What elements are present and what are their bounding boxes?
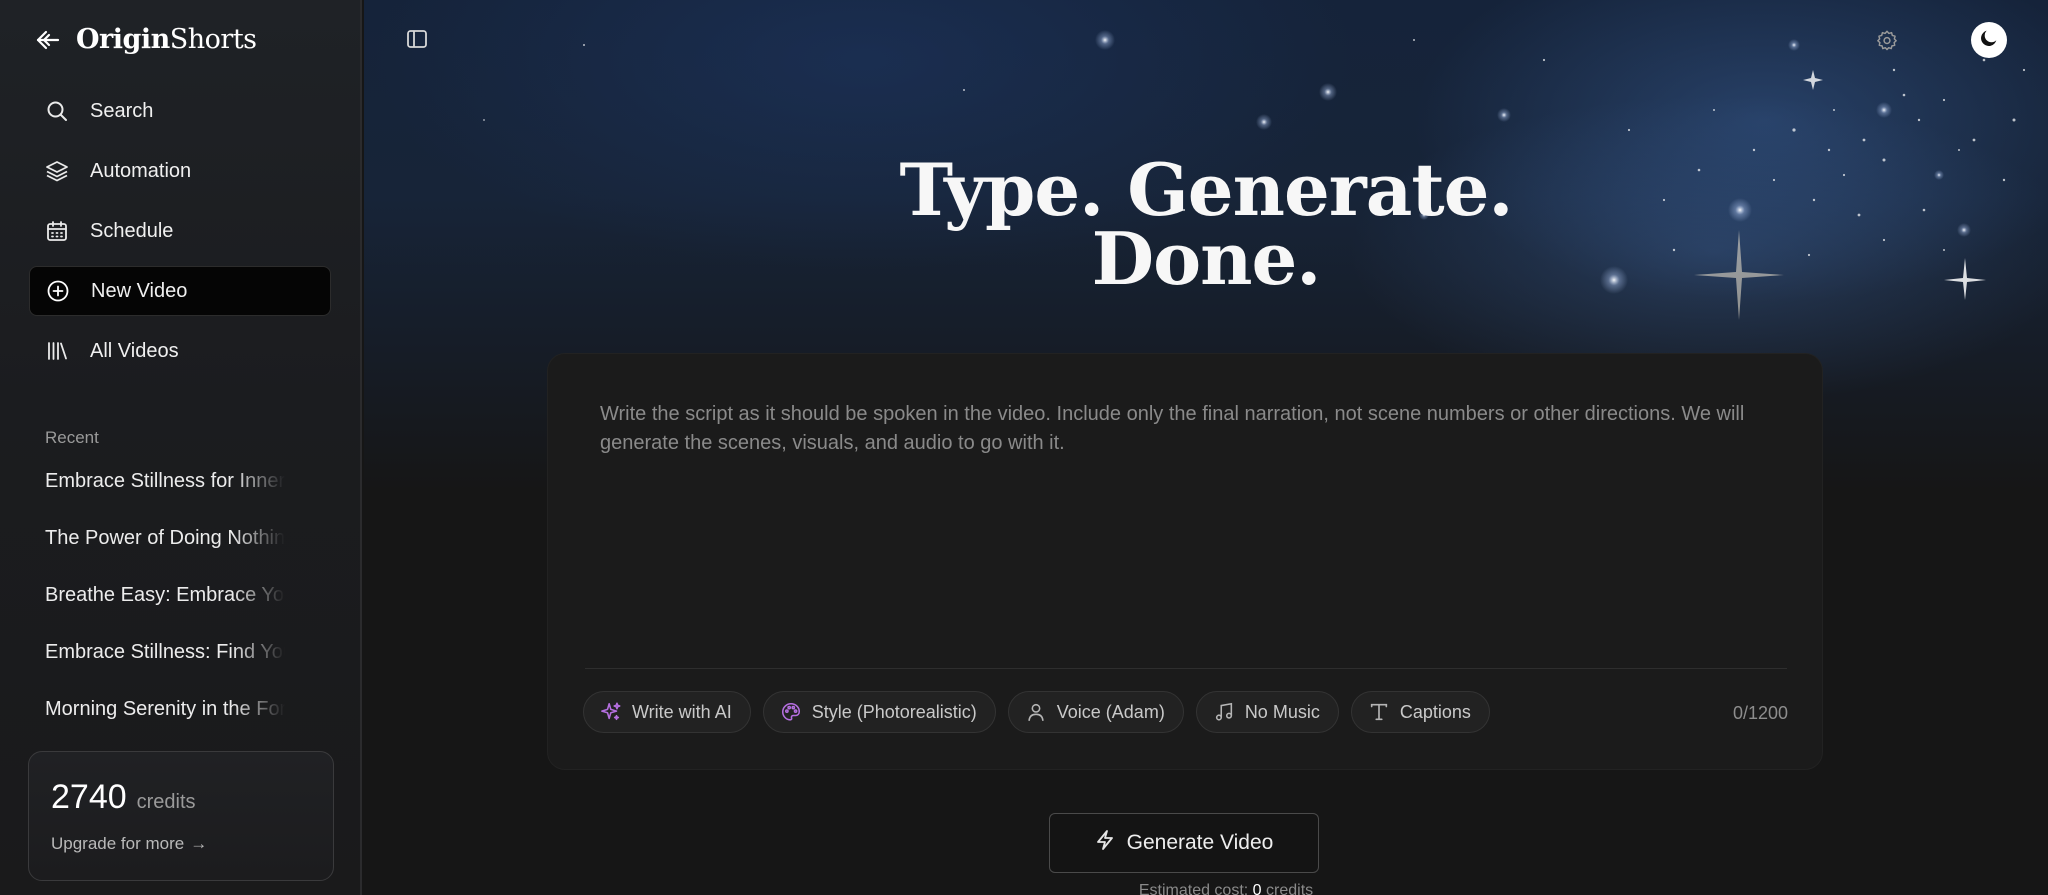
credits-balance: 2740 credits [51, 778, 196, 817]
captions-button[interactable]: Captions [1350, 691, 1490, 733]
upgrade-link[interactable]: Upgrade for more → [51, 834, 207, 854]
brand: OriginShorts [34, 24, 257, 55]
logo[interactable]: OriginShorts [76, 24, 257, 55]
recent-item[interactable]: Breathe Easy: Embrace Your Calm [45, 584, 285, 641]
sidebar-nav: Search Automation Schedule New Video All… [29, 86, 331, 386]
composer-toolbar: Write with AI Style (Photorealistic) Voi… [583, 691, 1490, 733]
theme-toggle-button[interactable] [1971, 22, 2007, 58]
sidebar-item-automation[interactable]: Automation [29, 146, 331, 196]
arrow-right-icon: → [190, 834, 208, 853]
chip-label: Captions [1399, 701, 1471, 722]
estimate-suffix: credits [1266, 882, 1314, 895]
collapse-arrow-icon[interactable] [34, 26, 62, 54]
credits-unit: credits [136, 791, 196, 813]
write-with-ai-button[interactable]: Write with AI [583, 691, 751, 733]
sidebar: OriginShorts Search Automation Schedule … [0, 0, 362, 895]
sidebar-item-label: New Video [91, 279, 188, 302]
hero-headline: Type. Generate. Done. [364, 154, 2048, 295]
calendar-icon [44, 218, 70, 244]
recent-item[interactable]: Embrace Stillness: Find Your Center [45, 641, 285, 698]
estimated-cost: Estimated cost: 0 credits [364, 882, 2048, 895]
recent-heading: Recent [45, 428, 99, 447]
sidebar-item-label: Automation [90, 159, 192, 182]
sparkles-icon [600, 701, 622, 723]
sidebar-item-search[interactable]: Search [29, 86, 331, 136]
music-select-button[interactable]: No Music [1195, 691, 1339, 733]
music-icon [1213, 701, 1235, 723]
palette-icon [780, 701, 802, 723]
script-input[interactable] [600, 400, 1800, 600]
estimate-prefix: Estimated cost: [1138, 882, 1249, 895]
main-area: Type. Generate. Done. Write with AI [364, 0, 2048, 895]
sidebar-item-label: Search [90, 99, 154, 122]
library-icon [44, 338, 70, 364]
sidebar-item-label: All Videos [90, 339, 179, 362]
sidebar-item-schedule[interactable]: Schedule [29, 206, 331, 256]
estimate-amount: 0 [1252, 882, 1262, 895]
user-icon [1025, 701, 1047, 723]
recent-item[interactable]: The Power of Doing Nothing [45, 527, 285, 584]
layers-icon [44, 158, 70, 184]
recent-scroll-area: Embrace Stillness for Inner Peace The Po… [0, 466, 360, 720]
chip-label: No Music [1244, 701, 1320, 722]
credits-amount: 2740 [51, 778, 127, 816]
gear-icon[interactable] [1874, 27, 1900, 53]
credits-card: 2740 credits Upgrade for more → [28, 751, 334, 881]
text-icon [1368, 701, 1390, 723]
recent-item[interactable]: Morning Serenity in the Forest [45, 698, 285, 720]
divider [585, 668, 1787, 669]
moon-icon [1978, 27, 2000, 54]
script-composer: Write with AI Style (Photorealistic) Voi… [547, 353, 1823, 770]
generate-label: Generate Video [1126, 831, 1274, 854]
sidebar-toggle-icon[interactable] [404, 26, 430, 52]
voice-select-button[interactable]: Voice (Adam) [1007, 691, 1184, 733]
chip-label: Write with AI [632, 701, 732, 722]
style-select-button[interactable]: Style (Photorealistic) [762, 691, 996, 733]
sidebar-item-label: Schedule [90, 219, 174, 242]
generate-video-button[interactable]: Generate Video [1049, 813, 1319, 873]
lightning-icon [1095, 829, 1115, 857]
character-counter: 0/1200 [1732, 703, 1788, 723]
search-icon [44, 98, 70, 124]
sidebar-item-all-videos[interactable]: All Videos [29, 326, 331, 376]
chip-label: Style (Photorealistic) [811, 701, 977, 722]
sidebar-item-new-video[interactable]: New Video [29, 266, 331, 316]
recent-list: Embrace Stillness for Inner Peace The Po… [45, 470, 285, 720]
recent-item[interactable]: Embrace Stillness for Inner Peace [45, 470, 285, 527]
hero-line-2: Done. [1091, 216, 1322, 301]
plus-circle-icon [45, 278, 71, 304]
chip-label: Voice (Adam) [1056, 701, 1165, 722]
upgrade-label: Upgrade for more [51, 834, 185, 853]
